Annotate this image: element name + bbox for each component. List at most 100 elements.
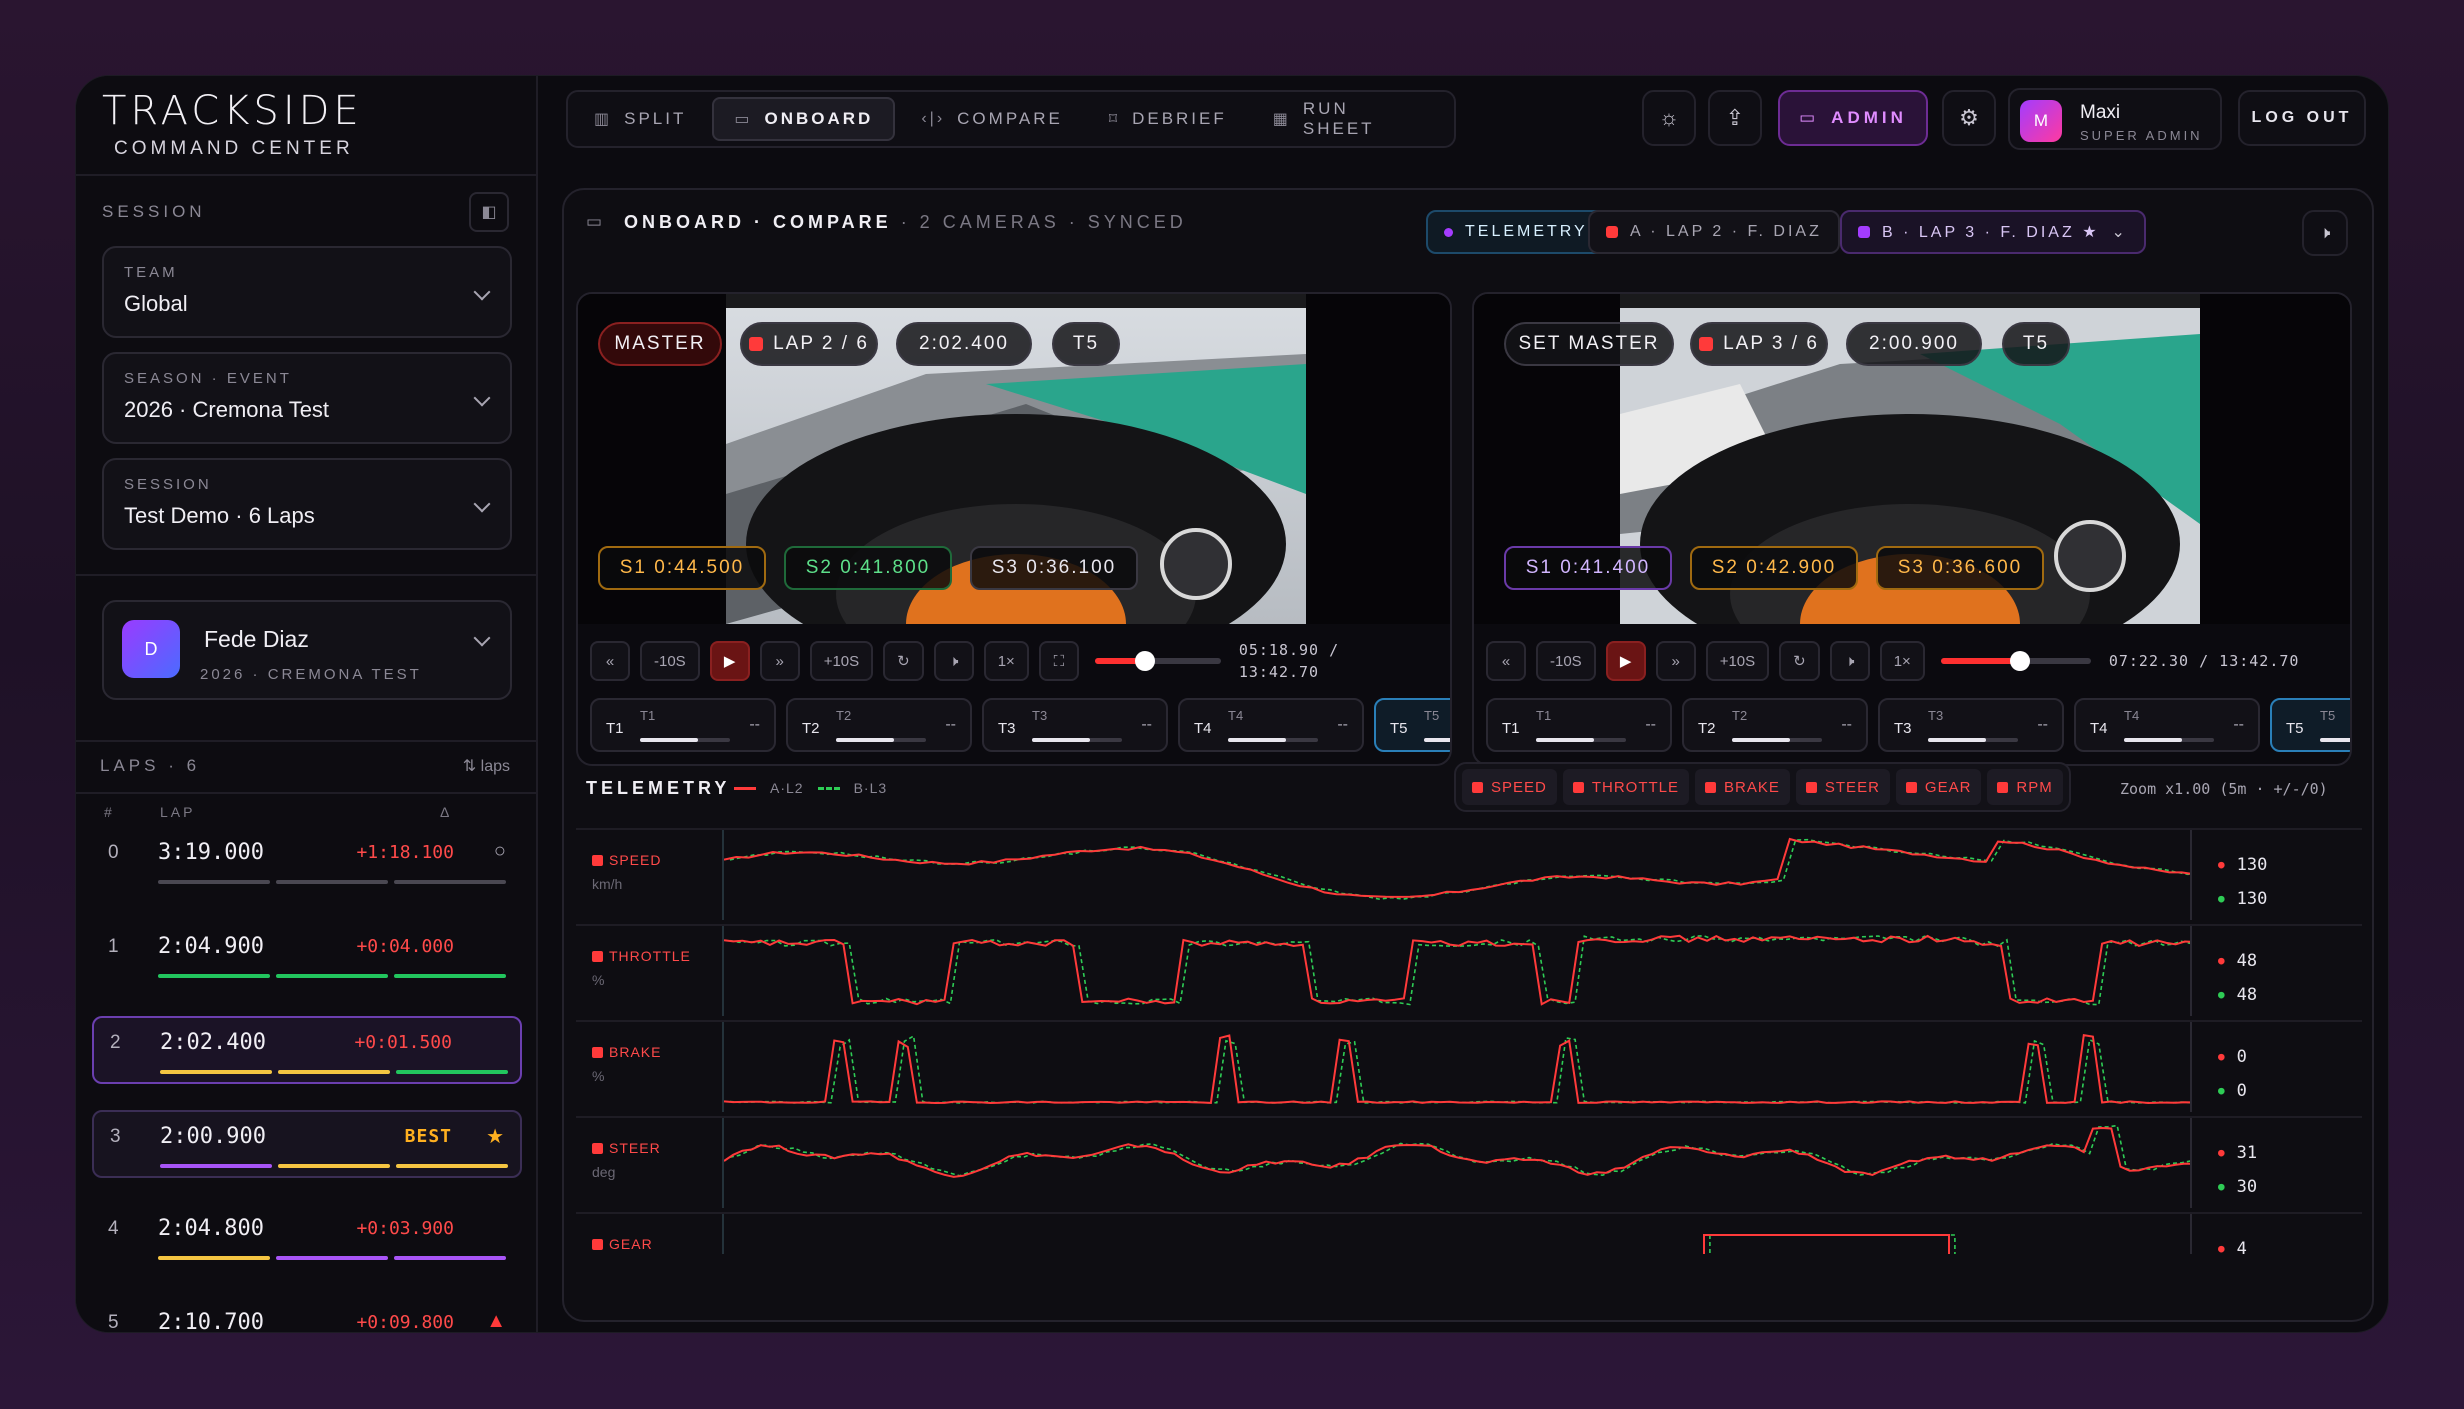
lap-row[interactable]: 0 3:19.000 +1:18.100 ○ — [92, 828, 522, 896]
panel-title: ONBOARD · COMPARE · 2 CAMERAS · SYNCED — [624, 212, 1187, 233]
lap-badge-label: LAP 2 / 6 — [773, 333, 869, 354]
session-select[interactable]: SESSION Test Demo · 6 Laps — [102, 458, 512, 550]
skip-forward-button[interactable]: +10S — [1705, 641, 1770, 681]
turn-item[interactable]: T3 T3 -- — [1878, 698, 2064, 752]
panel-subtitle: · 2 CAMERAS · SYNCED — [900, 212, 1187, 232]
turn-item[interactable]: T5 T5 — [2270, 698, 2350, 752]
tab-debrief[interactable]: ⌑ DEBRIEF — [1089, 97, 1247, 141]
scrubber-handle[interactable] — [2010, 651, 2031, 671]
channel-trace[interactable] — [722, 1214, 2192, 1254]
user-name: Maxi — [2080, 102, 2121, 123]
view-tabs: ▥ SPLIT ▭ ONBOARD ‹|› COMPARE ⌑ DEBRIEF ▦ RUN… — [566, 90, 1456, 148]
mute-button[interactable]: 🕨 — [1829, 641, 1870, 681]
turn-item[interactable]: T1 T1 -- — [590, 698, 776, 752]
export-button[interactable]: ⇪ — [1708, 90, 1762, 146]
lap-b-select[interactable]: B · LAP 3 · F. DIAZ ★ ⌄ — [1840, 210, 2146, 254]
channel-trace[interactable] — [722, 830, 2192, 920]
restart-button[interactable]: ↻ — [883, 641, 924, 681]
playback-speed-button[interactable]: 1× — [983, 641, 1029, 681]
turn-item[interactable]: T2 T2 -- — [1682, 698, 1868, 752]
lap-a-select[interactable]: A · LAP 2 · F. DIAZ — [1588, 210, 1840, 254]
bookmark-icon: ⌑ — [1108, 111, 1121, 128]
skip-back-button[interactable]: -10S — [1536, 641, 1596, 681]
channel-trace[interactable] — [722, 926, 2192, 1016]
prev-button[interactable]: « — [1486, 641, 1526, 681]
next-button[interactable]: » — [1655, 641, 1696, 681]
tab-compare[interactable]: ‹|› COMPARE — [901, 97, 1083, 141]
logout-button[interactable]: LOG OUT — [2238, 90, 2366, 146]
turn-item[interactable]: T5 T5 — [1374, 698, 1450, 752]
split-icon: ▥ — [594, 111, 613, 128]
turn-sublabel: T3 — [1032, 708, 1048, 723]
turn-item[interactable]: T2 T2 -- — [786, 698, 972, 752]
scrubber[interactable] — [1094, 651, 1221, 671]
mute-all-button[interactable]: 🕨 — [2302, 210, 2348, 256]
player-controls: « -10S ▶ » +10S ↻ 🕨 1× 07:22.30 / 13:42.… — [1486, 638, 2299, 684]
laps-sort-button[interactable]: ⇅ laps — [463, 756, 510, 776]
lap-b-color-icon — [1858, 226, 1870, 238]
lap-row[interactable]: 4 2:04.800 +0:03.900 — [92, 1204, 522, 1272]
set-master-button[interactable]: SET MASTER — [1504, 322, 1674, 366]
tab-run-sheet[interactable]: ▦ RUN SHEET — [1253, 97, 1448, 141]
play-button[interactable]: ▶ — [709, 641, 750, 681]
team-select[interactable]: TEAM Global — [102, 246, 512, 338]
lap-delta: +0:03.900 — [356, 1218, 454, 1239]
sector-1-badge: S1 0:44.500 — [598, 546, 766, 590]
scrubber-handle[interactable] — [1135, 651, 1156, 671]
event-select[interactable]: SEASON · EVENT 2026 · Cremona Test — [102, 352, 512, 444]
skip-back-button[interactable]: -10S — [640, 641, 700, 681]
lap-time: 2:02.400 — [160, 1030, 266, 1055]
channel-chip-brake[interactable]: BRAKE — [1695, 769, 1790, 805]
tab-split[interactable]: ▥ SPLIT — [574, 97, 706, 141]
user-menu[interactable]: M Maxi SUPER ADMIN — [2008, 88, 2222, 150]
admin-button[interactable]: ▭ ADMIN — [1778, 90, 1928, 146]
theme-toggle-button[interactable]: ☼ — [1642, 90, 1696, 146]
col-delta: Δ — [440, 804, 453, 820]
lap-row[interactable]: 5 2:10.700 +0:09.800 ▲ — [92, 1298, 522, 1332]
turn-sublabel: T5 — [2320, 708, 2336, 723]
master-badge[interactable]: MASTER — [598, 322, 722, 366]
lap-row[interactable]: 2 2:02.400 +0:01.500 — [92, 1016, 522, 1084]
channel-trace[interactable] — [722, 1022, 2192, 1112]
lap-row[interactable]: 1 2:04.900 +0:04.000 — [92, 922, 522, 990]
prev-button[interactable]: « — [590, 641, 630, 681]
play-button[interactable]: ▶ — [1605, 641, 1646, 681]
tab-label: COMPARE — [957, 109, 1063, 128]
sector-bar — [160, 1070, 272, 1074]
trace-lap-b — [729, 1034, 2190, 1104]
next-button[interactable]: » — [759, 641, 800, 681]
lap-row[interactable]: 3 2:00.900 BEST ★ — [92, 1110, 522, 1178]
value-lap-a: 31 — [2218, 1136, 2257, 1170]
channel-trace[interactable] — [722, 1118, 2192, 1208]
turn-sublabel: T4 — [2124, 708, 2140, 723]
channel-chip-gear[interactable]: GEAR — [1895, 769, 1982, 805]
channel-chip-steer[interactable]: STEER — [1795, 769, 1890, 805]
fullscreen-button[interactable]: ⛶ — [1038, 641, 1079, 681]
trace-lap-a — [724, 1033, 2190, 1105]
settings-button[interactable]: ⚙ — [1942, 90, 1996, 146]
collapse-sidebar-button[interactable]: ◧ — [469, 192, 509, 232]
col-lap: LAP — [160, 804, 196, 820]
turn-item[interactable]: T4 T4 -- — [2074, 698, 2260, 752]
chip-label: GEAR — [1924, 778, 1972, 796]
sidebar: TRACKSIDE COMMAND CENTER SESSION ◧ TEAM … — [76, 76, 538, 1332]
channel-chip-rpm[interactable]: RPM — [1987, 769, 2063, 805]
chevron-down-icon: ⌄ — [2111, 224, 2128, 241]
lap-number: 1 — [108, 936, 119, 957]
driver-select[interactable]: D Fede Diaz 2026 · CREMONA TEST — [102, 600, 512, 700]
sector-bar — [158, 1256, 270, 1260]
skip-forward-button[interactable]: +10S — [809, 641, 874, 681]
channel-chip-throttle[interactable]: THROTTLE — [1562, 769, 1690, 805]
channel-chip-speed[interactable]: SPEED — [1462, 769, 1557, 805]
restart-button[interactable]: ↻ — [1779, 641, 1820, 681]
turn-item[interactable]: T3 T3 -- — [982, 698, 1168, 752]
channel-name-text: BRAKE — [609, 1044, 662, 1060]
scrubber[interactable] — [1940, 651, 2091, 671]
lap-badge-label: LAP 3 / 6 — [1723, 333, 1819, 354]
playback-speed-button[interactable]: 1× — [1879, 641, 1925, 681]
mute-button[interactable]: 🕨 — [933, 641, 974, 681]
tab-onboard[interactable]: ▭ ONBOARD — [712, 97, 896, 141]
turn-item[interactable]: T1 T1 -- — [1486, 698, 1672, 752]
turn-item[interactable]: T4 T4 -- — [1178, 698, 1364, 752]
turn-delta: -- — [1141, 716, 1152, 733]
